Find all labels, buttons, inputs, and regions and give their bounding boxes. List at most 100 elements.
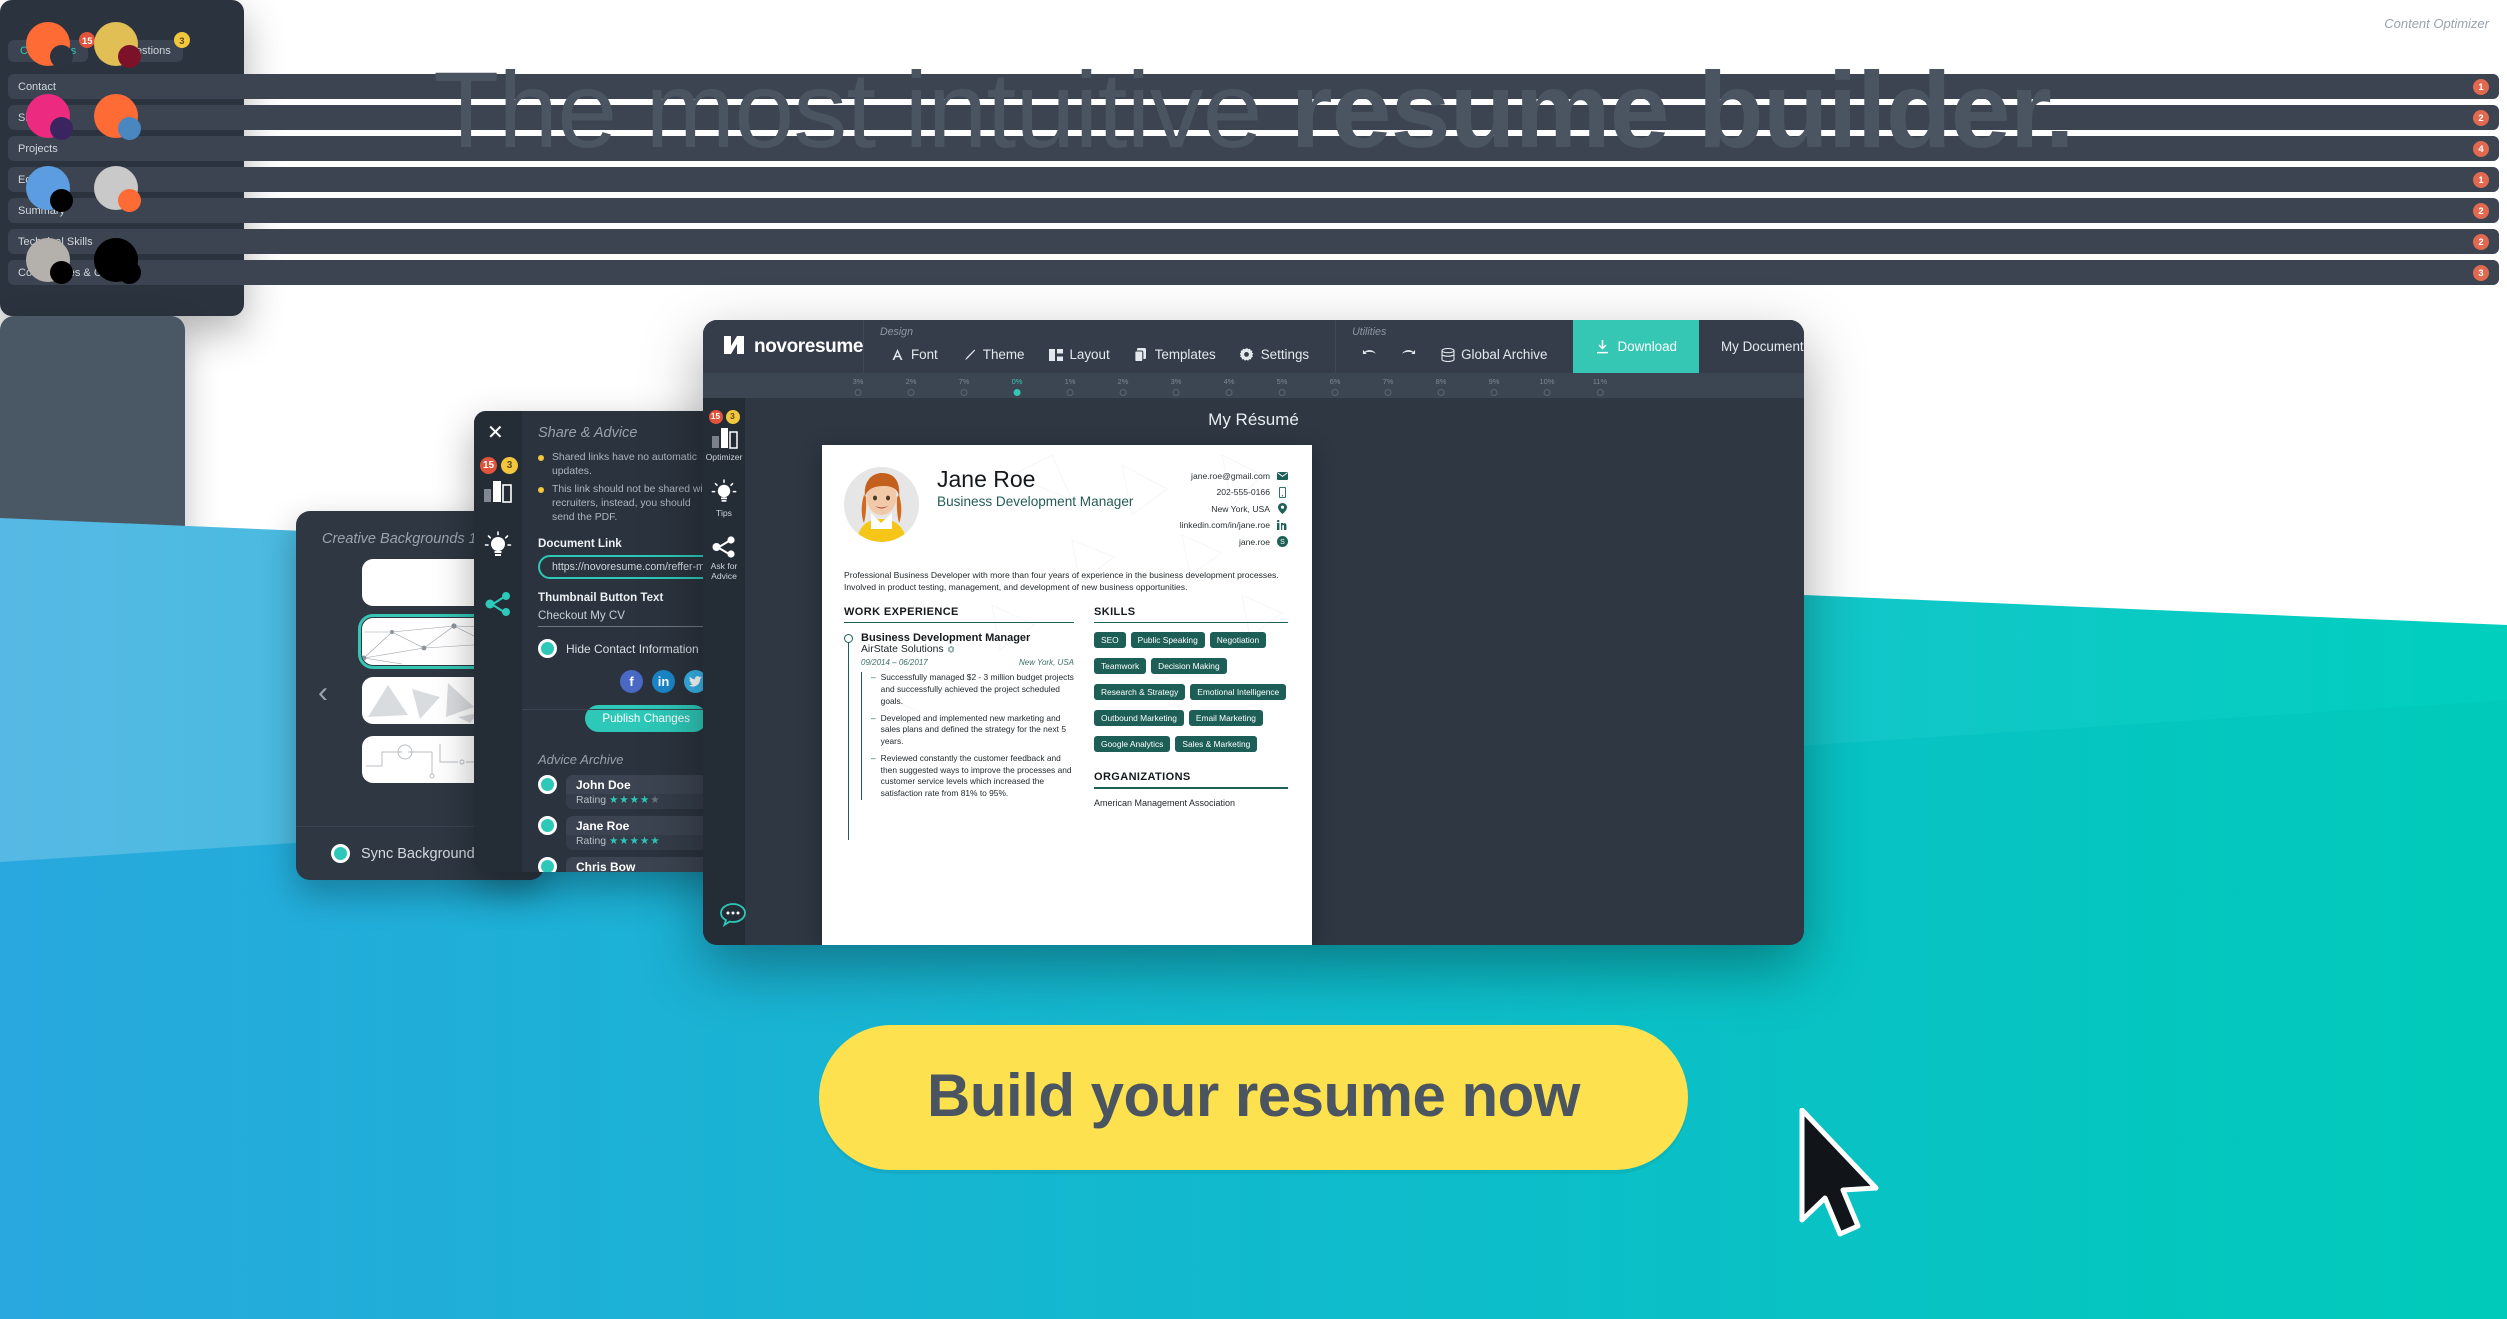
ruler-tick-marker: [960, 389, 968, 396]
hide-contact-row[interactable]: Hide Contact Information: [538, 639, 713, 659]
global-archive-button[interactable]: Global Archive: [1428, 331, 1559, 362]
theme-button[interactable]: Theme: [950, 331, 1037, 362]
bulb-icon[interactable]: [484, 531, 512, 566]
sync-background-toggle[interactable]: [331, 844, 350, 863]
advice-card[interactable]: Jane Roe Rating ★★★★★: [566, 816, 713, 851]
skill-tag[interactable]: Teamwork: [1093, 658, 1147, 675]
advice-select-toggle[interactable]: [538, 775, 557, 795]
ruler-tick[interactable]: 0%: [1012, 377, 1022, 396]
hide-contact-toggle[interactable]: [538, 639, 557, 659]
advice-card[interactable]: John Doe Rating ★★★★★: [566, 775, 713, 810]
share-icon[interactable]: [484, 591, 512, 622]
ruler-tick[interactable]: 3%: [1170, 377, 1182, 396]
document-link-input[interactable]: [538, 555, 727, 580]
layout-button[interactable]: Layout: [1036, 331, 1121, 362]
job-location: New York, USA: [1019, 658, 1074, 668]
bullet-text: Developed and implemented new marketing …: [880, 712, 1066, 747]
badge-suggestions: 3: [501, 457, 518, 474]
linkedin-icon[interactable]: in: [652, 670, 675, 694]
ruler-tick[interactable]: 6%: [1330, 377, 1340, 396]
ruler-tick[interactable]: 5%: [1277, 377, 1287, 396]
palette-secondary-color: [50, 261, 73, 284]
skill-tag[interactable]: Outbound Marketing: [1093, 710, 1184, 727]
skill-tag[interactable]: Email Marketing: [1188, 710, 1263, 727]
ruler-tick[interactable]: 8%: [1436, 377, 1446, 396]
palette-secondary-color: [118, 261, 141, 284]
contact-skype-value: jane.roe: [1238, 536, 1270, 547]
sidebar-item-ask-for-advice[interactable]: Ask for Advice: [703, 519, 745, 583]
backgrounds-prev-button[interactable]: ‹: [318, 676, 328, 710]
advice-card[interactable]: Chris Bow Rating ★★★★★: [566, 857, 713, 872]
divider: [1093, 787, 1288, 789]
phone-icon: [1277, 486, 1288, 498]
advice-rating: Rating ★★★★★: [566, 835, 713, 851]
timeline-dot-icon: [844, 634, 853, 644]
palette-swatch[interactable]: [26, 166, 76, 226]
templates-icon: [1134, 347, 1149, 362]
ruler-tick[interactable]: 2%: [905, 377, 917, 396]
list-item[interactable]: John Doe Rating ★★★★★: [538, 775, 713, 810]
redo-button[interactable]: [1389, 331, 1428, 362]
external-link-icon[interactable]: ⏣: [948, 645, 955, 654]
templates-button[interactable]: Templates: [1122, 331, 1228, 362]
sidebar-item-tips[interactable]: Tips: [703, 463, 745, 519]
ruler-tick-label: 4%: [1223, 377, 1235, 386]
skill-tag[interactable]: SEO: [1093, 632, 1126, 649]
ruler-tick[interactable]: 2%: [1118, 377, 1128, 396]
ruler-tick[interactable]: 4%: [1223, 377, 1235, 396]
advice-select-toggle[interactable]: [538, 857, 557, 872]
list-item[interactable]: Jane Roe Rating ★★★★★: [538, 816, 713, 851]
work-experience-entry: Business Development Manager AirState So…: [844, 632, 1074, 840]
thumbnail-button-text-value[interactable]: Checkout My CV: [538, 609, 727, 628]
settings-button[interactable]: Settings: [1228, 331, 1321, 362]
skill-tag[interactable]: Negotiation: [1209, 632, 1267, 649]
sidebar-item-ask-for-advice-label: Ask for Advice: [710, 561, 738, 582]
ruler-tick[interactable]: 3%: [853, 377, 863, 396]
skill-tag[interactable]: Sales & Marketing: [1175, 736, 1258, 753]
ruler-tick[interactable]: 1%: [1065, 377, 1075, 396]
build-resume-button[interactable]: Build your resume now: [819, 1025, 1688, 1170]
skill-tag[interactable]: Google Analytics: [1093, 736, 1171, 753]
resume-identity: Jane Roe Business Development Manager: [937, 467, 1133, 553]
ruler-tick[interactable]: 9%: [1489, 377, 1499, 396]
close-icon[interactable]: ✕: [487, 423, 504, 443]
progress-ruler[interactable]: 3% 2% 7% 0% 1% 2% 3% 4% 5% 6% 7% 8% 9% 10% 11%: [703, 373, 1804, 398]
resume-content: Jane Roe Business Development Manager ja…: [822, 445, 1312, 840]
resume-preview[interactable]: Jane Roe Business Development Manager ja…: [822, 445, 1312, 945]
ruler-tick-marker: [1384, 389, 1392, 396]
job-bullets: – Successfully managed $2 - 3 million bud…: [861, 672, 1074, 800]
palette-swatch[interactable]: [94, 238, 144, 298]
skill-tag[interactable]: Decision Making: [1151, 658, 1227, 675]
divider: [522, 709, 727, 710]
ruler-tick[interactable]: 7%: [959, 377, 969, 396]
resume-job-title: Business Development Manager: [937, 494, 1134, 510]
download-button[interactable]: Download: [1573, 320, 1700, 373]
palette-swatch[interactable]: [94, 166, 144, 226]
novoresume-logo[interactable]: novoresume: [703, 335, 863, 359]
skill-tag[interactable]: Research & Strategy: [1093, 684, 1186, 701]
skill-tag[interactable]: Public Speaking: [1130, 632, 1205, 649]
palette-swatch[interactable]: [26, 238, 76, 298]
ruler-tick-label: 10%: [1539, 377, 1555, 386]
ruler-tick-label: 11%: [1592, 377, 1608, 386]
ruler-tick-label: 3%: [1170, 377, 1182, 386]
ruler-tick-marker: [1066, 389, 1074, 396]
email-icon: [1277, 470, 1288, 481]
ruler-tick-label: 2%: [905, 377, 917, 386]
rating-label: Rating: [576, 795, 607, 807]
bars-icon[interactable]: [484, 479, 512, 508]
dash-icon: –: [871, 712, 876, 723]
ruler-tick[interactable]: 7%: [1383, 377, 1393, 396]
facebook-icon[interactable]: f: [620, 670, 643, 694]
sidebar-item-tips-label: Tips: [716, 507, 732, 518]
job-company: AirState Solutions ⏣: [861, 644, 1074, 655]
resume-right-column: SKILLS SEO Public Speaking Negotiation Team…: [1093, 606, 1288, 808]
chat-bubble-icon[interactable]: [719, 901, 747, 929]
ruler-tick[interactable]: 10%: [1539, 377, 1555, 396]
skill-tag[interactable]: Emotional Intelligence: [1190, 684, 1287, 701]
list-item[interactable]: Chris Bow Rating ★★★★★: [538, 857, 713, 872]
sidebar-item-optimizer[interactable]: 15 3 Optimizer: [703, 398, 745, 463]
my-documents-button[interactable]: My Documents: [1699, 339, 1804, 354]
ruler-tick[interactable]: 11%: [1593, 377, 1607, 396]
advice-select-toggle[interactable]: [538, 816, 557, 836]
